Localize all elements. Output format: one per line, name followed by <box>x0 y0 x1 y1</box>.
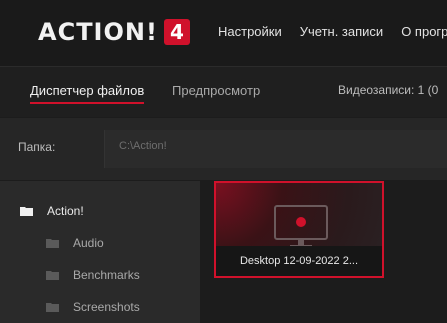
recording-thumbnail[interactable]: Desktop 12-09-2022 2... <box>214 181 384 278</box>
top-nav: Настройки Учетн. записи О прогр <box>218 24 447 39</box>
nav-settings[interactable]: Настройки <box>218 24 282 39</box>
tree-item-audio[interactable]: Audio <box>46 236 104 250</box>
tree-item-screenshots[interactable]: Screenshots <box>46 300 140 314</box>
action-app-window: ACTION! 4 Настройки Учетн. записи О прог… <box>0 0 447 323</box>
recordings-grid: Desktop 12-09-2022 2... <box>200 181 447 323</box>
folder-tree: Action! Audio Benchmarks Screenshots <box>0 181 200 323</box>
folder-bar: Папка: C:\Action! <box>0 118 447 180</box>
tab-file-manager[interactable]: Диспетчер файлов <box>30 83 145 104</box>
tree-item-benchmarks[interactable]: Benchmarks <box>46 268 140 282</box>
tree-item-label: Audio <box>73 236 104 250</box>
recording-title: Desktop 12-09-2022 2... <box>216 246 382 276</box>
tree-item-label: Action! <box>47 204 84 218</box>
folder-icon <box>20 206 33 216</box>
folder-path-value: C:\Action! <box>119 140 167 152</box>
recordings-count: Видеозаписи: 1 (0 <box>338 83 439 97</box>
tree-item-action[interactable]: Action! <box>20 204 84 218</box>
folder-icon <box>46 302 59 312</box>
tree-item-label: Screenshots <box>73 300 140 314</box>
logo-version-badge: 4 <box>163 19 190 45</box>
folder-icon <box>46 270 59 280</box>
folder-icon <box>46 238 59 248</box>
nav-accounts[interactable]: Учетн. записи <box>300 24 383 39</box>
tab-bar: Диспетчер файлов Предпросмотр Видеозапис… <box>0 67 447 117</box>
logo-text: ACTION! <box>38 18 158 46</box>
tree-item-label: Benchmarks <box>73 268 140 282</box>
app-logo: ACTION! 4 <box>38 18 190 46</box>
tab-preview[interactable]: Предпросмотр <box>172 83 260 98</box>
top-bar: ACTION! 4 Настройки Учетн. записи О прог… <box>0 0 447 67</box>
nav-about[interactable]: О прогр <box>401 24 447 39</box>
folder-label: Папка: <box>18 140 56 154</box>
folder-path-field[interactable]: C:\Action! <box>104 130 447 168</box>
